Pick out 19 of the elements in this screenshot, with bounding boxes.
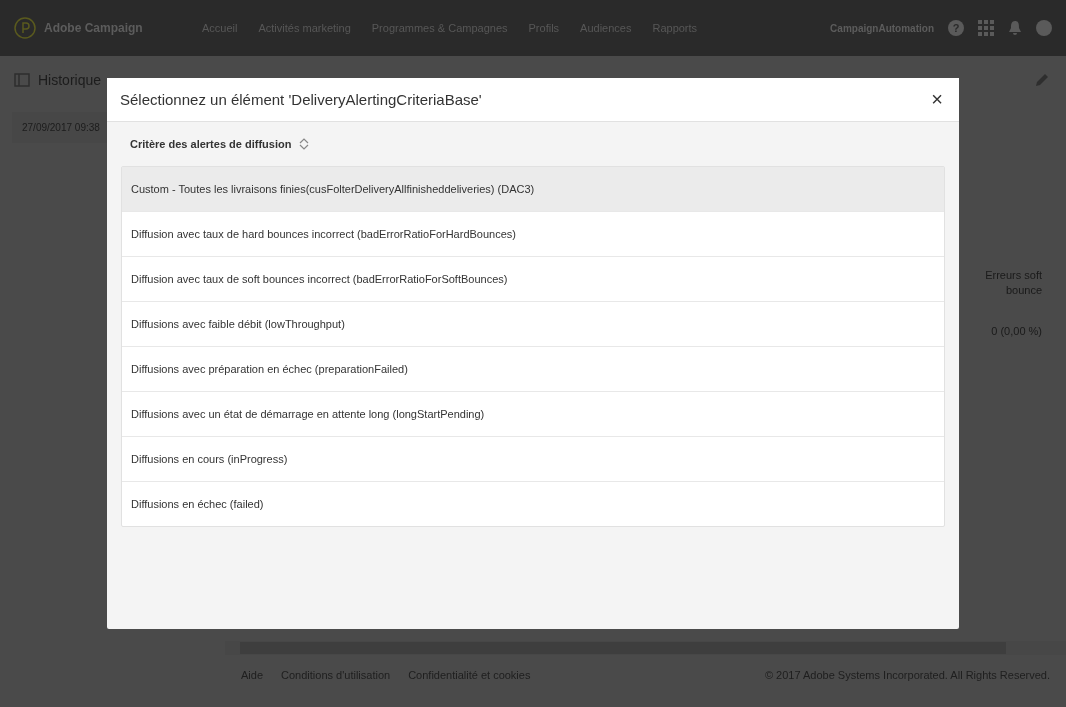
apps-grid-icon[interactable]: [978, 20, 994, 36]
help-button[interactable]: ?: [948, 20, 964, 36]
dialog-title: Sélectionnez un élément 'DeliveryAlertingCriteriaBase': [120, 91, 482, 108]
close-button[interactable]: ×: [927, 88, 947, 111]
sort-icon[interactable]: [299, 138, 310, 150]
list-item[interactable]: Diffusion avec taux de hard bounces incorrect (badErrorRatioForHardBounces): [122, 211, 944, 256]
avatar-icon[interactable]: [1036, 20, 1052, 36]
list-item[interactable]: Diffusions avec faible débit (lowThroughput): [122, 301, 944, 346]
sidebar-panel-icon[interactable]: [14, 73, 30, 87]
logo-icon: [14, 17, 36, 39]
list-item[interactable]: Diffusions en échec (failed): [122, 481, 944, 526]
list-item[interactable]: Diffusions avec préparation en échec (preparationFailed): [122, 346, 944, 391]
list-item[interactable]: Diffusions avec un état de démarrage en attente long (longStartPending): [122, 391, 944, 436]
bell-icon[interactable]: [1008, 20, 1022, 36]
list-item[interactable]: Custom - Toutes les livraisons finies(cusFolterDeliveryAllfinisheddeliveries) (DAC3): [122, 167, 944, 211]
column-header[interactable]: Critère des alertes de diffusion: [130, 138, 292, 150]
list-item[interactable]: Diffusions en cours (inProgress): [122, 436, 944, 481]
list-item[interactable]: Diffusion avec taux de soft bounces incorrect (badErrorRatioForSoftBounces): [122, 256, 944, 301]
pencil-icon[interactable]: [1034, 72, 1050, 88]
